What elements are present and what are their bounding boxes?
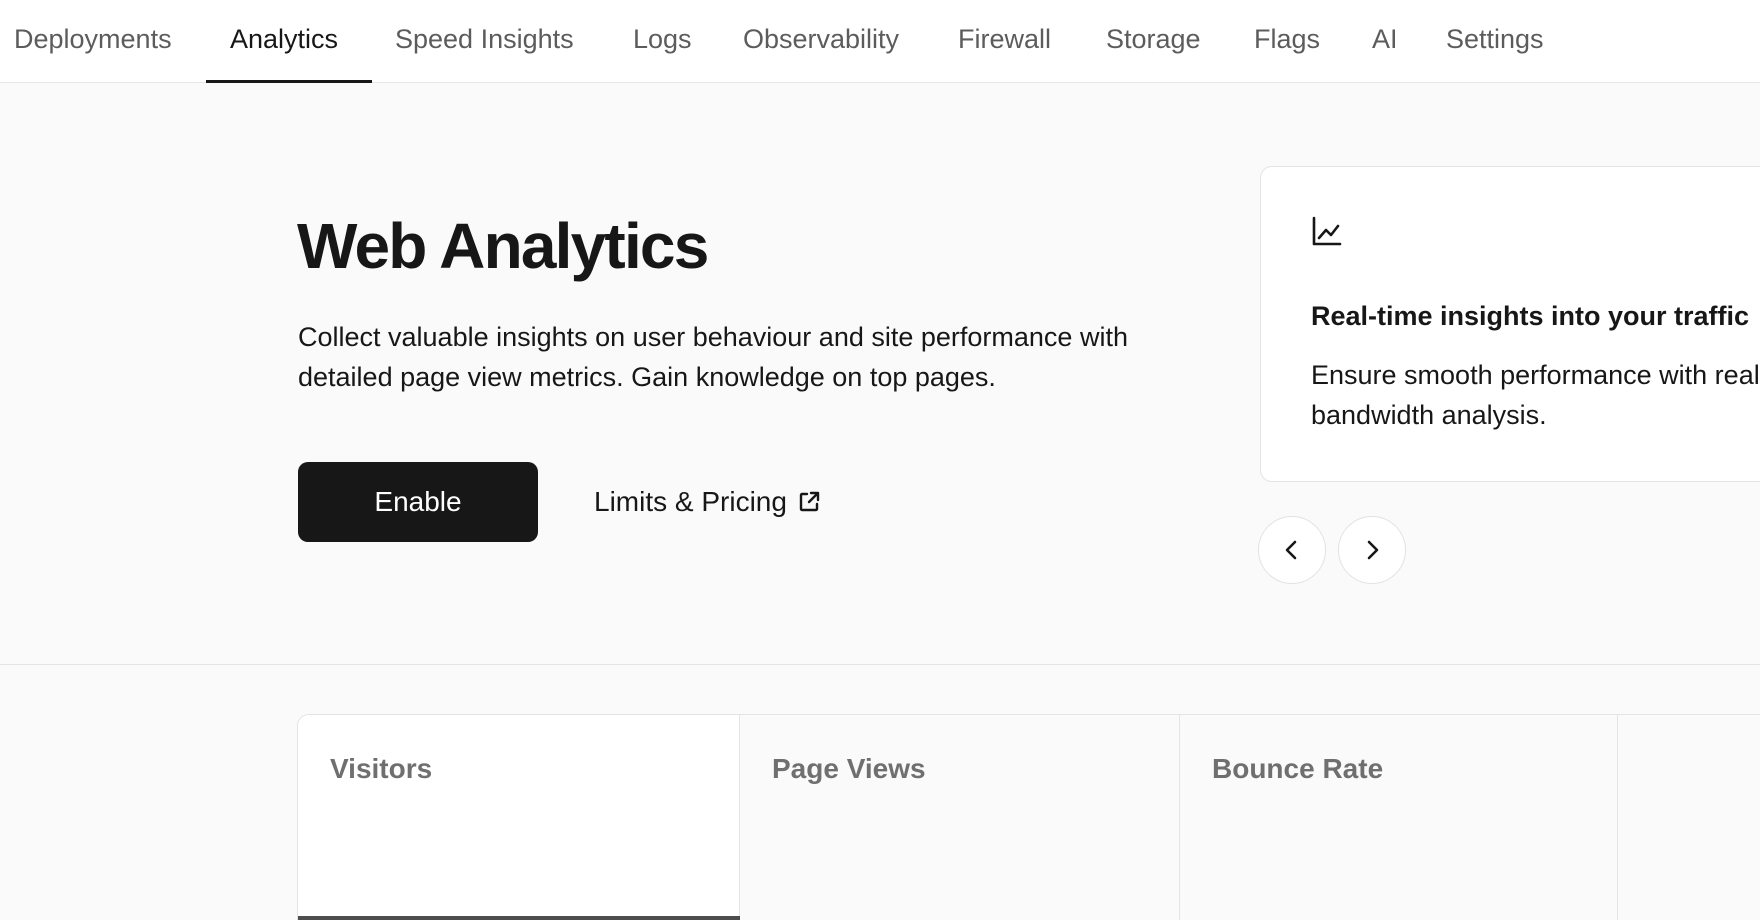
- tab-logs[interactable]: Logs: [633, 0, 692, 83]
- section-divider: [0, 664, 1760, 665]
- carousel-prev-button[interactable]: [1258, 516, 1326, 584]
- tab-speed-insights[interactable]: Speed Insights: [395, 0, 574, 83]
- tab-deployments[interactable]: Deployments: [14, 0, 172, 83]
- hero-description: Collect valuable insights on user behavi…: [298, 322, 1128, 392]
- tab-ai[interactable]: AI: [1372, 0, 1398, 83]
- active-tab-indicator: [206, 80, 372, 83]
- top-nav: Deployments Analytics Speed Insights Log…: [0, 0, 1760, 83]
- enable-button[interactable]: Enable: [298, 462, 538, 542]
- hero-section: Web Analytics Collect valuable insights …: [0, 84, 1760, 665]
- tab-analytics[interactable]: Analytics: [230, 0, 338, 83]
- metric-label-visitors: Visitors: [330, 753, 433, 784]
- metric-label-page-views: Page Views: [772, 753, 926, 784]
- feature-card-title: Real-time insights into your traffic: [1311, 301, 1750, 331]
- tab-storage[interactable]: Storage: [1106, 0, 1201, 83]
- external-link-icon: [799, 491, 820, 512]
- metric-tab-visitors[interactable]: Visitors: [298, 715, 740, 920]
- page: Deployments Analytics Speed Insights Log…: [0, 0, 1760, 920]
- limits-pricing-link[interactable]: Limits & Pricing: [594, 482, 821, 522]
- carousel-next-button[interactable]: [1338, 516, 1406, 584]
- feature-card-description: Ensure smooth performance with real-time…: [1311, 360, 1760, 430]
- limits-pricing-label: Limits & Pricing: [594, 486, 787, 517]
- page-title: Web Analytics: [297, 210, 709, 282]
- enable-button-label: Enable: [374, 486, 462, 517]
- metric-label-bounce-rate: Bounce Rate: [1212, 753, 1384, 784]
- chevron-left-icon: [1285, 540, 1297, 560]
- metric-tab-more[interactable]: [1618, 715, 1760, 920]
- tab-observability[interactable]: Observability: [743, 0, 899, 83]
- feature-card: Real-time insights into your traffic Ens…: [1260, 166, 1760, 482]
- active-metric-indicator: [298, 916, 740, 920]
- tab-flags[interactable]: Flags: [1254, 0, 1320, 83]
- metric-tab-bounce-rate[interactable]: Bounce Rate: [1180, 715, 1618, 920]
- chevron-right-icon: [1367, 540, 1379, 560]
- line-chart-icon: [1312, 216, 1342, 246]
- metric-tab-page-views[interactable]: Page Views: [740, 715, 1180, 920]
- tab-firewall[interactable]: Firewall: [958, 0, 1051, 83]
- tab-settings[interactable]: Settings: [1446, 0, 1544, 83]
- metrics-panel: Visitors Page Views Bounce Rate: [297, 714, 1760, 920]
